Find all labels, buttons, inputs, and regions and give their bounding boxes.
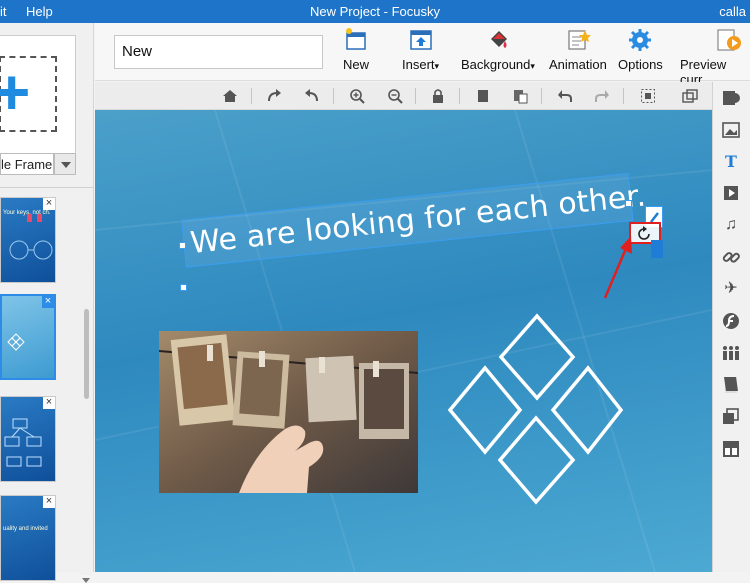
home-icon[interactable]: [222, 88, 238, 104]
toolbar-separator: [251, 88, 252, 104]
lock-icon[interactable]: [430, 88, 446, 104]
thumb-diagram-icon: [9, 214, 53, 260]
frame-thumb-1[interactable]: Your keys, not ch. ×: [0, 197, 56, 283]
toolbar-separator: [541, 88, 542, 104]
music-icon[interactable]: ♫: [721, 215, 741, 235]
scroll-down-icon[interactable]: [82, 578, 90, 583]
insert-dropdown-icon[interactable]: ▾: [435, 61, 440, 71]
video-icon[interactable]: [721, 183, 741, 203]
new-icon: [343, 27, 369, 53]
options-button[interactable]: Options: [618, 27, 663, 72]
frames-panel: + le Frame Your keys, not ch. × × × uali…: [0, 23, 94, 583]
new-label: New: [343, 57, 370, 72]
zoom-out-icon[interactable]: [387, 88, 403, 104]
chevron-down-icon[interactable]: [54, 153, 76, 175]
add-frame-button[interactable]: +: [0, 35, 76, 155]
thumb-diamonds-icon: [7, 333, 25, 351]
close-icon[interactable]: ×: [42, 296, 54, 308]
animation-button[interactable]: Animation: [549, 27, 607, 72]
link-icon[interactable]: [721, 247, 741, 267]
animation-icon: [565, 27, 591, 53]
toolbar-separator: [333, 88, 334, 104]
rotate-left-icon[interactable]: [304, 88, 320, 104]
scroll-icon[interactable]: [721, 374, 741, 394]
frame-thumb-4[interactable]: uality and invited ×: [0, 495, 56, 581]
close-icon[interactable]: ×: [43, 397, 55, 409]
frame-thumb-3[interactable]: ×: [0, 396, 56, 482]
shape-icon[interactable]: [721, 88, 741, 108]
right-insert-bar: T ♫ ✈: [712, 82, 750, 572]
background-label: Background: [461, 57, 531, 72]
text-icon[interactable]: T: [721, 152, 741, 172]
resize-handle[interactable]: [625, 200, 632, 207]
diamond-shapes[interactable]: [443, 310, 643, 510]
new-button[interactable]: New: [343, 27, 369, 72]
window-title: New Project - Focusky: [309, 4, 441, 19]
edit-toolbar: [95, 82, 712, 110]
panel-divider: [0, 187, 94, 188]
layout-icon[interactable]: [721, 439, 741, 459]
insert-button[interactable]: Insert▾: [402, 27, 439, 72]
annotation-arrow-icon: [603, 236, 632, 299]
insert-icon: [408, 27, 434, 53]
resize-handle[interactable]: [180, 284, 187, 291]
paste-icon[interactable]: [512, 88, 528, 104]
move-handle[interactable]: [651, 240, 663, 258]
toolbar-separator: [623, 88, 624, 104]
plus-icon: +: [0, 56, 31, 128]
rotate-right-icon[interactable]: [266, 88, 282, 104]
user-name[interactable]: calla: [719, 4, 746, 19]
editing-canvas[interactable]: We are looking for each other.: [95, 110, 712, 572]
toolbar-separator: [459, 88, 460, 104]
flash-icon[interactable]: [721, 311, 741, 331]
options-label: Options: [618, 57, 663, 72]
characters-icon[interactable]: [721, 343, 741, 363]
title-bar: it Help New Project - Focusky calla: [0, 0, 750, 23]
thumb-text: uality and invited: [3, 526, 48, 532]
preview-button[interactable]: Preview curr: [680, 27, 750, 87]
layers-icon[interactable]: [721, 407, 741, 427]
scrollbar-thumb[interactable]: [84, 309, 89, 399]
frames-scrollbar[interactable]: [80, 191, 92, 583]
frame-thumb-2[interactable]: ×: [0, 294, 56, 380]
main-toolbar: New New Insert▾ Background▾ Animation Op…: [95, 23, 750, 87]
resize-handle[interactable]: [179, 242, 186, 249]
search-input[interactable]: New: [114, 35, 323, 69]
animation-label: Animation: [549, 57, 607, 72]
paint-bucket-icon: [485, 27, 511, 53]
redo-icon[interactable]: [594, 88, 610, 104]
thumb-flowchart-icon: [4, 418, 42, 467]
airplane-icon[interactable]: ✈: [721, 279, 741, 299]
close-icon[interactable]: ×: [43, 496, 55, 508]
insert-label: Insert: [402, 57, 435, 72]
gear-icon: [627, 27, 653, 53]
photo-clothespins-image: [159, 331, 418, 493]
frame-view-icon[interactable]: [682, 88, 698, 104]
background-button[interactable]: Background▾: [461, 27, 535, 72]
copy-icon[interactable]: [475, 88, 491, 104]
frame-type-select[interactable]: le Frame: [0, 153, 54, 175]
toolbar-separator: [415, 88, 416, 104]
preview-icon: [716, 27, 742, 53]
select-area-icon[interactable]: [640, 88, 656, 104]
image-icon[interactable]: [721, 120, 741, 140]
photo-image[interactable]: [159, 331, 418, 493]
zoom-in-icon[interactable]: [349, 88, 365, 104]
background-dropdown-icon[interactable]: ▾: [530, 61, 535, 71]
undo-icon[interactable]: [557, 88, 573, 104]
close-icon[interactable]: ×: [43, 198, 55, 210]
